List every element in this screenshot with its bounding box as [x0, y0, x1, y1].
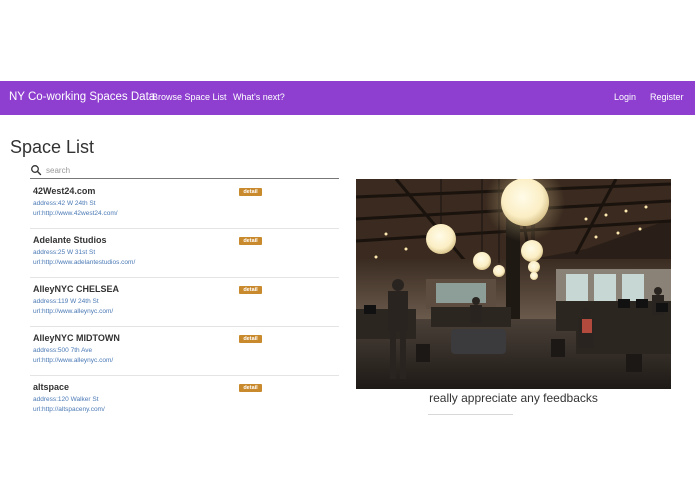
space-address: address:42 W 24th St [33, 200, 96, 207]
list-item: AlleyNYC CHELSEA detail address:119 W 24… [30, 278, 339, 327]
list-item: AlleyNYC MIDTOWN detail address:500 7th … [30, 327, 339, 376]
detail-button[interactable]: detail [239, 335, 262, 343]
feedback-caption: really appreciate any feedbacks [429, 391, 598, 405]
space-url[interactable]: url:http://www.42west24.com/ [33, 210, 118, 217]
space-address: address:120 Walker St [33, 396, 99, 403]
space-name: AlleyNYC MIDTOWN [33, 333, 120, 343]
list-item: 42West24.com detail address:42 W 24th St… [30, 180, 339, 229]
detail-button[interactable]: detail [239, 237, 262, 245]
detail-button[interactable]: detail [239, 384, 262, 392]
search-input[interactable] [46, 163, 336, 177]
page-title: Space List [10, 137, 95, 157]
space-name: Adelante Studios [33, 235, 107, 245]
space-name: altspace [33, 382, 70, 392]
space-name: AlleyNYC CHELSEA [33, 284, 120, 294]
space-url[interactable]: url:http://www.alleynyc.com/ [33, 308, 113, 315]
list-item: altspace detail address:120 Walker St ur… [30, 376, 339, 425]
detail-button[interactable]: detail [239, 188, 262, 196]
nav-login[interactable]: Login [614, 92, 636, 102]
space-url[interactable]: url:http://altspaceny.com/ [33, 406, 105, 413]
nav-browse-space-list[interactable]: Browse Space List [152, 92, 227, 102]
coworking-space-photo [356, 179, 671, 389]
space-address: address:25 W 31st St [33, 249, 96, 256]
space-list: 42West24.com detail address:42 W 24th St… [30, 180, 339, 425]
search-bar [30, 163, 339, 179]
search-icon [31, 165, 42, 176]
space-address: address:500 7th Ave [33, 347, 93, 354]
nav-brand[interactable]: NY Co-working Spaces Data [9, 91, 155, 103]
divider [428, 414, 513, 415]
space-name: 42West24.com [33, 186, 96, 196]
detail-button[interactable]: detail [239, 286, 262, 294]
nav-whats-next[interactable]: What's next? [233, 92, 285, 102]
nav-register[interactable]: Register [650, 92, 684, 102]
list-item: Adelante Studios detail address:25 W 31s… [30, 229, 339, 278]
space-address: address:119 W 24th St [33, 298, 99, 305]
space-url[interactable]: url:http://www.alleynyc.com/ [33, 357, 113, 364]
space-url[interactable]: url:http://www.adelantestudios.com/ [33, 259, 135, 266]
top-navbar: NY Co-working Spaces Data Browse Space L… [0, 81, 695, 115]
